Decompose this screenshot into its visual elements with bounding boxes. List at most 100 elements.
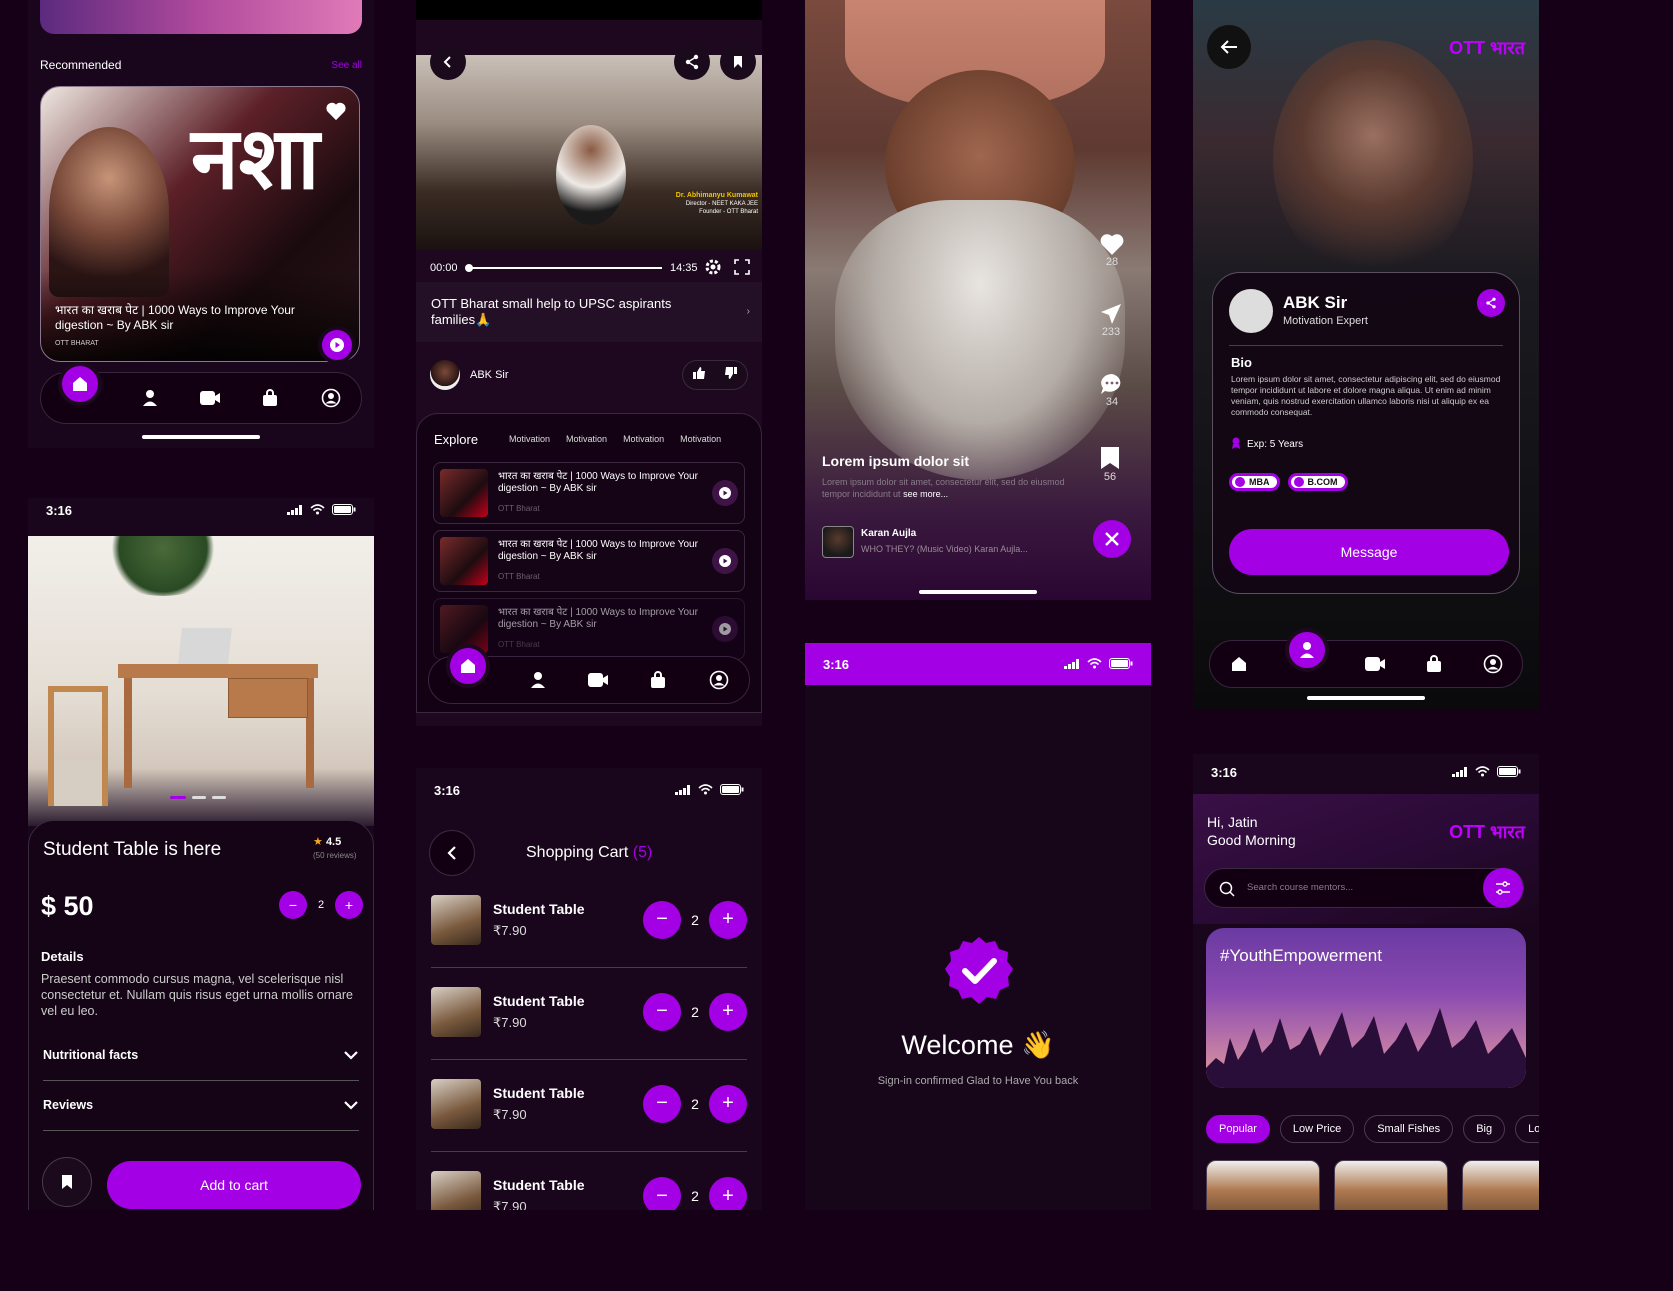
person-icon[interactable] bbox=[525, 667, 551, 693]
add-to-cart-button[interactable]: Add to cart bbox=[107, 1161, 361, 1209]
channel-name[interactable]: ABK Sir bbox=[470, 369, 509, 381]
user-avatar[interactable] bbox=[822, 526, 854, 558]
laptop bbox=[178, 628, 232, 664]
list-item[interactable]: भारत का खराब पेट | 1000 Ways to Improve … bbox=[433, 530, 745, 592]
chip-row: Motivation Motivation Motivation Motivat… bbox=[503, 431, 727, 447]
search-placeholder: Search course mentors... bbox=[1247, 882, 1354, 893]
plus-button[interactable]: + bbox=[335, 891, 363, 919]
progress-knob[interactable] bbox=[465, 264, 473, 272]
message-button[interactable]: Message bbox=[1229, 529, 1509, 575]
progress-track[interactable] bbox=[465, 264, 662, 272]
chip-low-price[interactable]: Low Price bbox=[1279, 1115, 1355, 1143]
channel-avatar[interactable] bbox=[430, 360, 460, 390]
list-item[interactable]: भारत का खराब पेट | 1000 Ways to Improve … bbox=[433, 462, 745, 524]
chip-motivation[interactable]: Motivation bbox=[674, 431, 727, 447]
bookmark-button[interactable] bbox=[720, 44, 756, 80]
bottom-nav bbox=[428, 644, 750, 704]
carousel-dots[interactable] bbox=[170, 796, 226, 799]
video-icon[interactable] bbox=[197, 385, 223, 411]
bag-icon[interactable] bbox=[1421, 651, 1447, 677]
like-action[interactable]: 28 bbox=[1099, 232, 1125, 268]
profile-icon[interactable] bbox=[706, 667, 732, 693]
chip-popular[interactable]: Popular bbox=[1206, 1115, 1270, 1143]
play-button[interactable] bbox=[318, 326, 356, 364]
search-bar[interactable]: Search course mentors... bbox=[1204, 868, 1524, 908]
beard bbox=[835, 200, 1125, 480]
see-more-link[interactable]: see more... bbox=[903, 489, 948, 499]
video-info-row[interactable]: OTT Bharat small help to UPSC aspirants … bbox=[416, 282, 762, 342]
plus-button[interactable]: + bbox=[709, 900, 747, 939]
plus-button[interactable]: + bbox=[709, 1084, 747, 1123]
blurred-person bbox=[1273, 40, 1473, 280]
signal-icon bbox=[675, 783, 691, 798]
fullscreen-icon[interactable] bbox=[734, 259, 750, 280]
minus-button[interactable]: − bbox=[643, 992, 681, 1031]
accordion-reviews[interactable]: Reviews bbox=[43, 1079, 359, 1131]
top-banner-image bbox=[40, 0, 362, 34]
accordion-nutrition[interactable]: Nutritional facts bbox=[43, 1029, 359, 1081]
play-icon[interactable] bbox=[712, 480, 738, 506]
share-action[interactable]: 233 bbox=[1099, 302, 1123, 338]
back-button[interactable] bbox=[429, 830, 475, 876]
share-button[interactable] bbox=[1477, 289, 1505, 317]
product-title: Student Table is here bbox=[43, 839, 222, 860]
thumbs-up-icon[interactable] bbox=[692, 366, 706, 385]
avatar[interactable] bbox=[1229, 289, 1273, 333]
chip-big[interactable]: Big bbox=[1463, 1115, 1506, 1143]
share-button[interactable] bbox=[674, 44, 710, 80]
profile-icon[interactable] bbox=[1480, 651, 1506, 677]
chip-motivation[interactable]: Motivation bbox=[617, 431, 670, 447]
play-icon[interactable] bbox=[712, 548, 738, 574]
desk-top bbox=[118, 664, 318, 678]
product-thumb[interactable] bbox=[1334, 1160, 1448, 1210]
music-title: WHO THEY? (Music Video) Karan Aujla... bbox=[861, 544, 1028, 554]
back-button[interactable] bbox=[1207, 25, 1251, 69]
home-indicator bbox=[919, 590, 1037, 594]
video-frame[interactable]: Dr. Abhimanyu Kumawat Director - NEET KA… bbox=[416, 55, 762, 250]
plus-button[interactable]: + bbox=[709, 1177, 747, 1210]
home-icon[interactable] bbox=[1226, 651, 1252, 677]
minus-button[interactable]: − bbox=[279, 891, 307, 919]
chip-small-fishes[interactable]: Small Fishes bbox=[1364, 1115, 1454, 1143]
person-icon[interactable] bbox=[137, 385, 163, 411]
save-action[interactable]: 56 bbox=[1099, 445, 1121, 483]
user-name[interactable]: Karan Aujla bbox=[861, 528, 916, 539]
person-icon[interactable] bbox=[1285, 628, 1330, 672]
banner-card[interactable]: #YouthEmpowerment bbox=[1206, 928, 1526, 1088]
status-bar: 3:16 bbox=[1193, 760, 1539, 784]
chip-motivation[interactable]: Motivation bbox=[503, 431, 556, 447]
chip-low-p[interactable]: Low P bbox=[1515, 1115, 1539, 1143]
product-thumb[interactable] bbox=[1462, 1160, 1539, 1210]
home-icon[interactable] bbox=[58, 362, 103, 406]
home-icon[interactable] bbox=[446, 644, 491, 688]
bookmark-button[interactable] bbox=[42, 1157, 92, 1207]
crowd-silhouette bbox=[1206, 998, 1526, 1088]
acc-label: Nutritional facts bbox=[43, 1047, 139, 1062]
chip-motivation[interactable]: Motivation bbox=[560, 431, 613, 447]
minus-button[interactable]: − bbox=[643, 1177, 681, 1210]
minus-button[interactable]: − bbox=[643, 900, 681, 939]
back-button[interactable] bbox=[430, 44, 466, 80]
bag-icon[interactable] bbox=[257, 385, 283, 411]
heart-icon[interactable] bbox=[325, 101, 347, 126]
video-icon[interactable] bbox=[1362, 651, 1388, 677]
product-thumb[interactable] bbox=[1206, 1160, 1320, 1210]
qty-stepper: − 2 + bbox=[279, 891, 363, 919]
minus-button[interactable]: − bbox=[643, 1084, 681, 1123]
profile-icon[interactable] bbox=[318, 385, 344, 411]
close-button[interactable] bbox=[1093, 520, 1131, 558]
see-all-link[interactable]: See all bbox=[331, 60, 362, 71]
settings-icon[interactable] bbox=[704, 258, 722, 281]
list-title: भारत का खराब पेट | 1000 Ways to Improve … bbox=[498, 539, 698, 562]
play-icon[interactable] bbox=[712, 616, 738, 642]
comment-action[interactable]: 34 bbox=[1099, 372, 1125, 408]
plus-button[interactable]: + bbox=[709, 992, 747, 1031]
qty-value: 2 bbox=[691, 1188, 699, 1204]
cart-count: (5) bbox=[632, 844, 653, 861]
bag-icon[interactable] bbox=[645, 667, 671, 693]
video-icon[interactable] bbox=[585, 667, 611, 693]
explore-label: Explore bbox=[434, 432, 479, 447]
filter-button[interactable] bbox=[1483, 868, 1523, 908]
recommended-card[interactable]: नशा भारत का खराब पेट | 1000 Ways to Impr… bbox=[40, 86, 360, 362]
thumbs-down-icon[interactable] bbox=[724, 366, 738, 385]
